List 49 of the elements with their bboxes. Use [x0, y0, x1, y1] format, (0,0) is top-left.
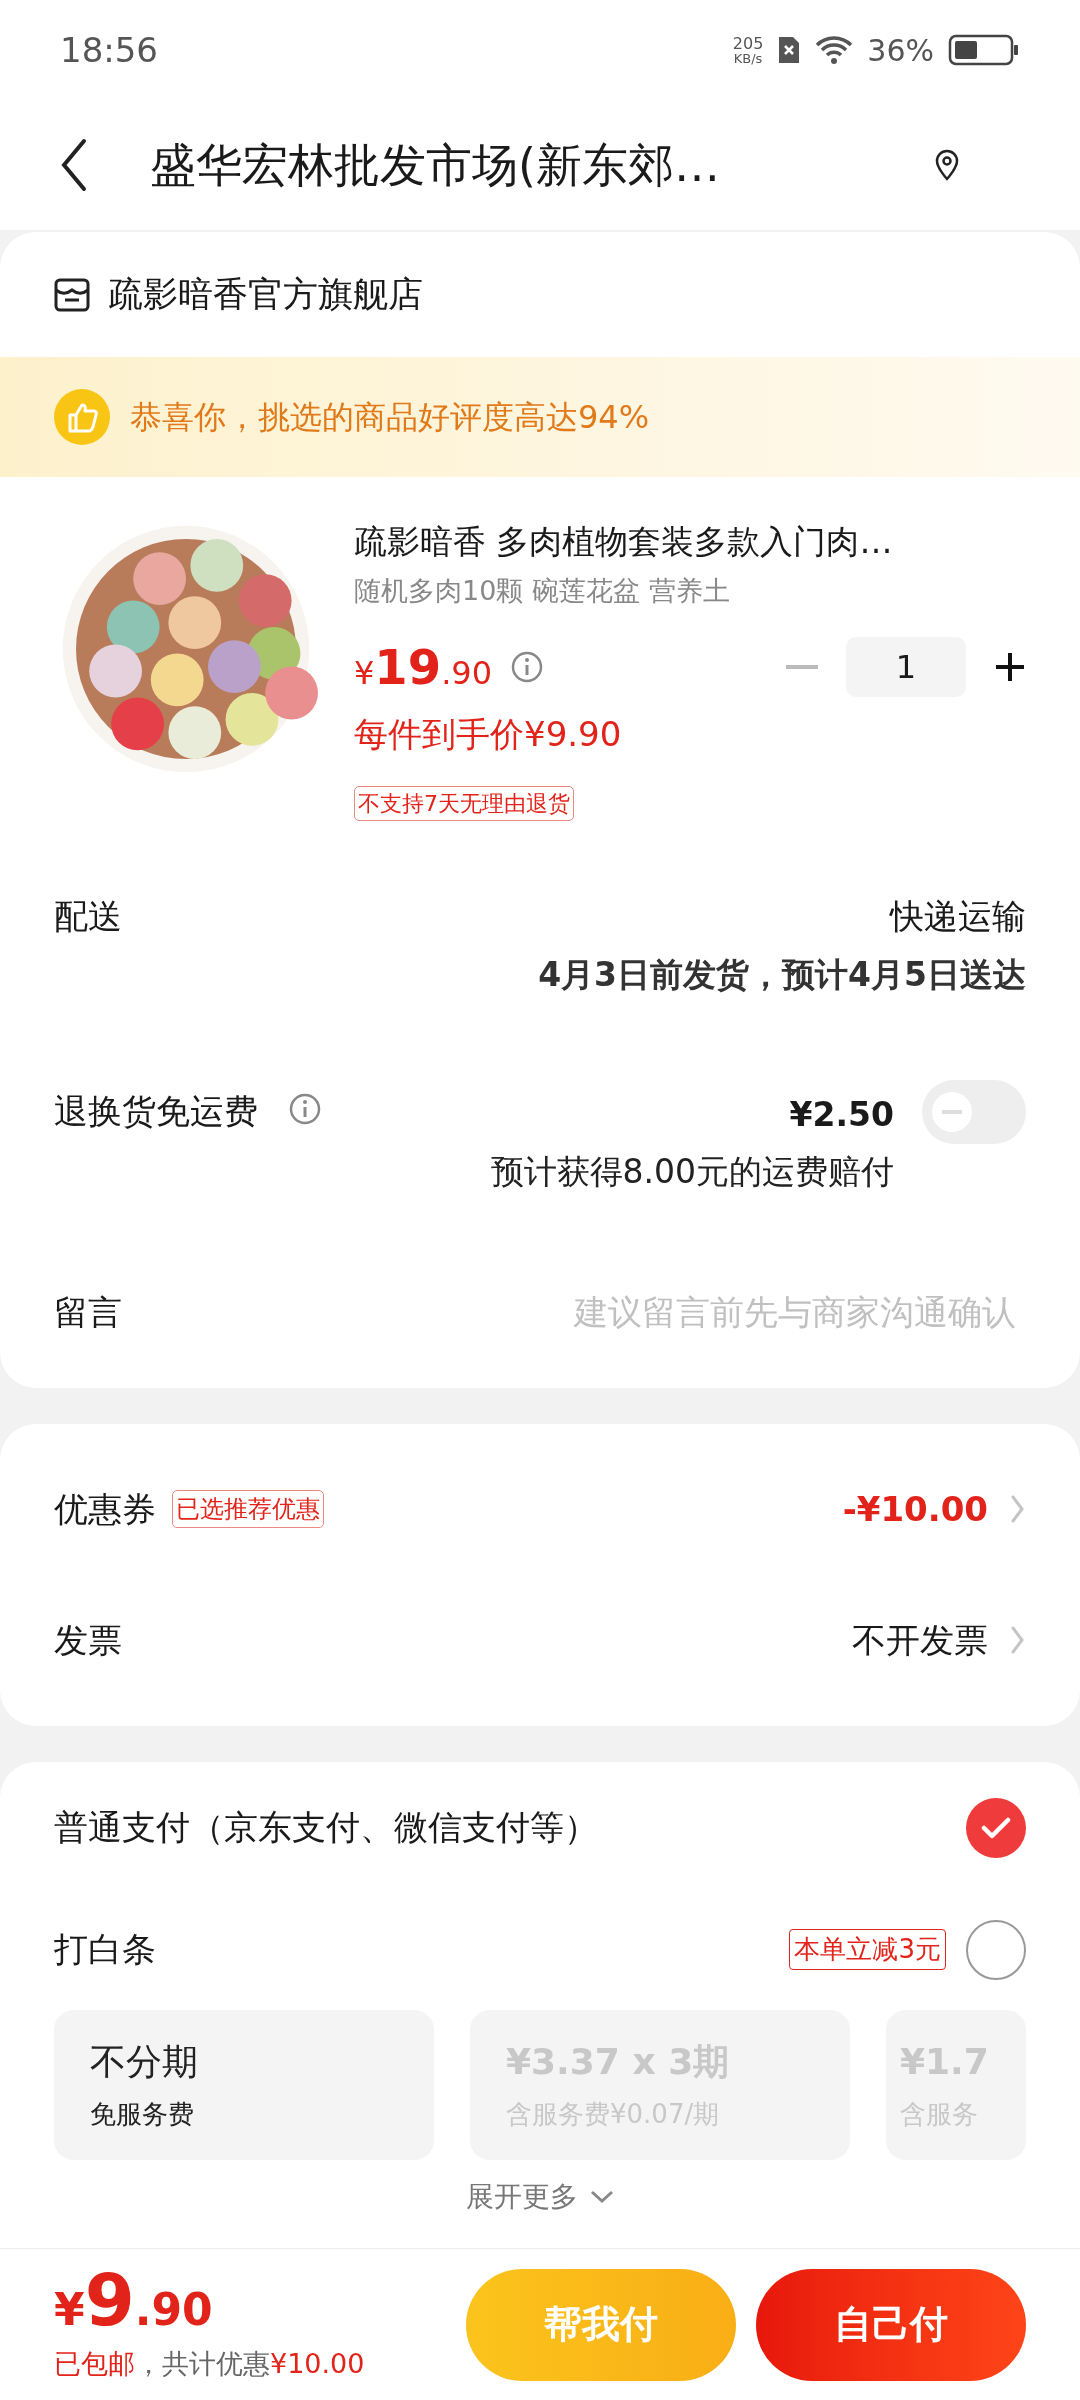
- message-label: 留言: [54, 1290, 122, 1334]
- insurance-price: ¥2.50: [789, 1093, 894, 1136]
- insurance-note: 预计获得8.00元的运费赔付: [490, 1151, 894, 1193]
- payment-method-label[interactable]: 普通支付（京东支付、微信支付等）: [54, 1802, 598, 1853]
- praise-text: 恭喜你，挑选的商品好评度高达94%: [130, 397, 650, 438]
- chevron-down-icon: [590, 2189, 614, 2204]
- thumbs-up-icon: [54, 389, 110, 445]
- payment-method-label[interactable]: 打白条: [54, 1924, 156, 1975]
- info-icon[interactable]: [510, 650, 545, 684]
- battery-percent: 36%: [867, 31, 934, 70]
- discount-tag: 本单立减3元: [789, 1929, 946, 1970]
- page-title: 盛华宏林批发市场(新东郊…: [150, 136, 720, 194]
- plus-icon[interactable]: [994, 651, 1026, 683]
- product-spec: 随机多肉10颗 碗莲花盆 营养土: [354, 573, 731, 608]
- battery-icon: [948, 34, 1020, 66]
- coupon-tag: 已选推荐优惠: [172, 1490, 324, 1528]
- message-field[interactable]: 建议留言前先与商家沟通确认: [456, 1286, 1016, 1338]
- delivery-method[interactable]: 快递运输: [890, 891, 1026, 942]
- quantity-field[interactable]: 1: [846, 637, 966, 697]
- location-pin-icon[interactable]: [934, 149, 960, 181]
- return-insurance-label: 退换货免运费: [54, 1089, 258, 1133]
- store-icon: [54, 277, 90, 312]
- info-icon[interactable]: [288, 1091, 322, 1126]
- total-price: ¥9.90: [54, 2264, 214, 2337]
- status-time: 18:56: [60, 28, 158, 72]
- coupon-label: 优惠券: [54, 1487, 156, 1531]
- product-price: ¥19.90: [354, 638, 493, 697]
- shipping-discount-text: 已包邮，共计优惠¥10.00: [54, 2347, 365, 2382]
- invoice-value[interactable]: 不开发票: [852, 1614, 988, 1666]
- network-speed: 205 KB/s: [732, 35, 764, 65]
- checkmark-icon: [981, 1815, 1011, 1840]
- pay-myself-button[interactable]: 自己付: [756, 2268, 1026, 2381]
- delivery-eta: 4月3日前发货，预计4月5日送达: [538, 954, 1026, 996]
- back-icon[interactable]: [60, 137, 88, 193]
- expand-more-link[interactable]: 展开更多: [466, 2175, 578, 2218]
- coupon-value[interactable]: -¥10.00: [842, 1483, 988, 1535]
- product-title[interactable]: 疏影暗香 多肉植物套装多款入门肉…: [354, 517, 1026, 567]
- chevron-right-icon: [1010, 1494, 1026, 1524]
- delivery-label: 配送: [54, 895, 122, 938]
- store-name[interactable]: 疏影暗香官方旗舰店: [108, 268, 423, 321]
- payment-radio[interactable]: [966, 1919, 1026, 1980]
- final-price: 每件到手价¥9.90: [354, 713, 623, 756]
- sim-card-icon: [777, 35, 802, 65]
- return-policy-tag: 不支持7天无理由退货: [354, 786, 574, 821]
- minus-icon[interactable]: [786, 664, 818, 670]
- invoice-label: 发票: [54, 1618, 122, 1662]
- chevron-right-icon: [1010, 1625, 1026, 1655]
- wifi-icon: [815, 35, 854, 65]
- installment-option[interactable]: 不分期 免服务费: [54, 2009, 434, 2160]
